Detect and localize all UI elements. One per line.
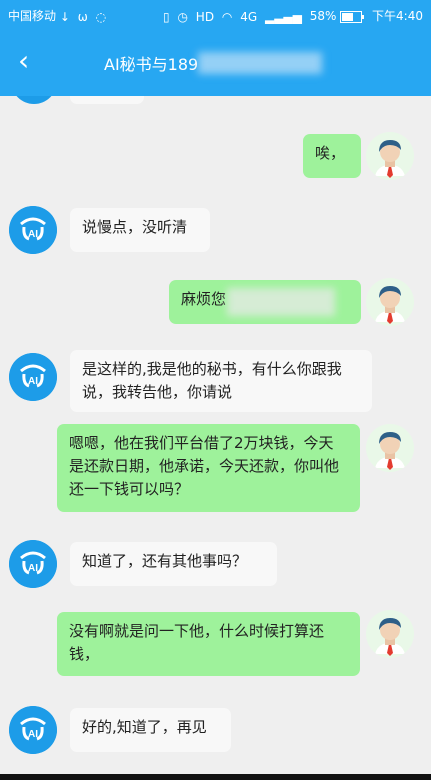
user-message-bubble: 嗯嗯，他在我们平台借了2万块钱，今天是还款日期，他承诺，今天还款，你叫他还一下钱… — [57, 424, 360, 512]
chat-history[interactable]: 唉， AI 说慢点，没听清 麻烦您 AI 是这样的,我是他的秘书，有什么你跟我说… — [0, 96, 431, 780]
wifi-icon: ◠ — [221, 9, 233, 24]
ai-avatar: AI — [9, 706, 57, 754]
user-message-bubble: 麻烦您 — [169, 280, 361, 324]
user-avatar — [366, 424, 414, 472]
ai-message-text: 知道了，还有其他事吗？ — [82, 552, 248, 570]
ai-message-bubble: 好的,知道了，再见 — [70, 708, 231, 752]
ai-message-text: 好的,知道了，再见 — [82, 718, 207, 736]
ai-message-text: 是这样的,我是他的秘书，有什么你跟我说，我转告他，你请说 — [82, 360, 342, 401]
page-title: AI秘书与189 — [104, 55, 199, 74]
message-row: AI 说慢点，没听清 — [0, 206, 431, 254]
ai-avatar: AI — [9, 206, 57, 254]
status-right: ▯ ◷ HD ◠ 4G ▂▃▄▅ 58% 下午4:40 — [163, 7, 423, 24]
battery-percent: 58% — [309, 9, 337, 23]
ai-avatar: AI — [9, 353, 57, 401]
user-avatar — [366, 132, 414, 180]
weibo-icon: ω — [77, 9, 88, 24]
svg-text:AI: AI — [28, 563, 38, 574]
title-bar: ‹ AI秘书与189 — [0, 30, 431, 96]
ai-message-bubble: 知道了，还有其他事吗？ — [70, 542, 277, 586]
ai-bubble-partial — [70, 96, 144, 104]
carrier-label: 中国移动 — [8, 9, 57, 23]
message-row: AI 知道了，还有其他事吗？ — [0, 540, 431, 588]
status-time: 下午4:40 — [372, 9, 423, 23]
user-avatar — [366, 278, 414, 326]
app-header: 中国移动 ↓ ω ◌ ▯ ◷ HD ◠ 4G ▂▃▄▅ 58% 下午4:40 ‹… — [0, 0, 431, 96]
alarm-clock-icon: ◷ — [177, 9, 188, 24]
message-row: AI 是这样的,我是他的秘书，有什么你跟我说，我转告他，你请说 — [0, 350, 431, 412]
user-message-text: 嗯嗯，他在我们平台借了2万块钱，今天是还款日期，他承诺，今天还款，你叫他还一下钱… — [69, 434, 340, 498]
signal-icon: ▂▃▄▅ — [264, 9, 302, 24]
user-message-text: 麻烦您 — [181, 290, 227, 308]
ai-avatar-partial — [11, 96, 57, 104]
back-arrow-icon[interactable]: ‹ — [18, 47, 42, 75]
status-bar: 中国移动 ↓ ω ◌ ▯ ◷ HD ◠ 4G ▂▃▄▅ 58% 下午4:40 — [0, 0, 431, 30]
svg-text:AI: AI — [28, 229, 38, 240]
svg-text:AI: AI — [28, 376, 38, 387]
ai-message-bubble: 说慢点，没听清 — [70, 208, 210, 252]
message-row: 没有啊就是问一下他，什么时候打算还钱， — [0, 610, 431, 676]
ai-message-bubble: 是这样的,我是他的秘书，有什么你跟我说，我转告他，你请说 — [70, 350, 372, 412]
wechat-icon: ◌ — [95, 9, 107, 24]
user-avatar — [366, 610, 414, 658]
message-row: 唉， — [0, 132, 431, 180]
hd-label: HD — [195, 9, 215, 24]
redaction-mask — [227, 288, 335, 316]
message-row: 麻烦您 — [0, 278, 431, 326]
ai-avatar: AI — [9, 540, 57, 588]
user-message-text: 没有啊就是问一下他，什么时候打算还钱， — [69, 622, 325, 663]
user-message-text: 唉， — [315, 144, 346, 162]
user-message-bubble: 没有啊就是问一下他，什么时候打算还钱， — [57, 612, 360, 676]
vibrate-icon: ▯ — [163, 9, 170, 24]
download-arrow-icon: ↓ — [59, 9, 70, 24]
status-left: 中国移动 ↓ ω ◌ — [8, 7, 110, 24]
user-message-bubble: 唉， — [303, 134, 361, 178]
title-redaction — [198, 52, 322, 74]
network-label: 4G — [240, 9, 258, 24]
bottom-navigation-bar — [0, 774, 431, 780]
svg-text:AI: AI — [28, 729, 38, 740]
message-row: 嗯嗯，他在我们平台借了2万块钱，今天是还款日期，他承诺，今天还款，你叫他还一下钱… — [0, 424, 431, 512]
ai-message-text: 说慢点，没听清 — [82, 218, 188, 236]
message-row: AI 好的,知道了，再见 — [0, 706, 431, 754]
battery-icon — [340, 10, 365, 23]
